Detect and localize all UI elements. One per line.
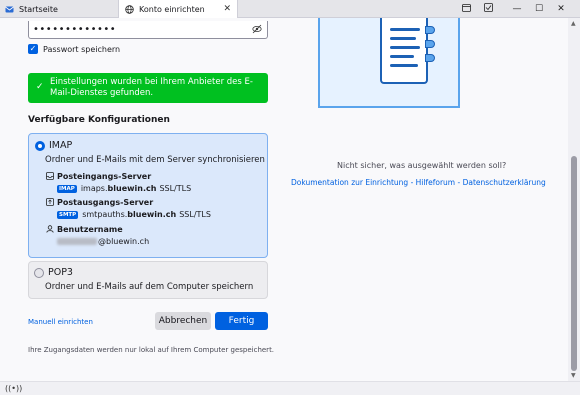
eye-off-icon[interactable]	[252, 24, 262, 34]
incoming-server-info: IMAP imaps.bluewin.ch SSL/TLS	[57, 184, 191, 193]
pop3-title: POP3	[48, 267, 73, 278]
status-bar: ((•))	[0, 381, 580, 395]
incoming-host: imaps.bluewin.ch	[80, 184, 157, 193]
outgoing-host: smtpauths.bluewin.ch	[82, 210, 177, 219]
globe-icon	[125, 4, 134, 14]
scroll-thumb[interactable]	[571, 156, 577, 371]
imap-description: Ordner und E-Mails mit dem Server synchr…	[45, 155, 265, 165]
online-status-icon[interactable]: ((•))	[5, 384, 22, 393]
configs-heading: Verfügbare Konfigurationen	[28, 115, 170, 125]
outbox-icon	[46, 198, 54, 208]
document-illustration-icon	[380, 18, 435, 84]
remember-password-label: Passwort speichern	[43, 44, 121, 54]
checkmark-icon: ✓	[36, 82, 44, 92]
illustration-panel	[318, 18, 460, 108]
imap-option[interactable]: IMAP Ordner und E-Mails mit dem Server s…	[28, 133, 268, 258]
maximize-button[interactable]: ☐	[528, 4, 550, 14]
vertical-scrollbar[interactable]: ▲ ▼	[568, 18, 580, 381]
outgoing-server-label: Postausgangs-Server	[57, 198, 154, 207]
imap-title: IMAP	[49, 140, 73, 151]
thunderbird-icon	[5, 5, 14, 14]
password-input[interactable]: •••••••••••••	[28, 21, 268, 39]
help-links: Dokumentation zur Einrichtung - Hilfefor…	[291, 178, 546, 187]
pop3-description: Ordner und E-Mails auf dem Computer spei…	[45, 282, 254, 292]
privacy-footnote: Ihre Zugangsdaten werden nur lokal auf I…	[28, 346, 275, 354]
close-icon[interactable]: ✕	[223, 4, 231, 14]
password-value: •••••••••••••	[33, 24, 117, 35]
smtp-badge: SMTP	[57, 210, 79, 219]
incoming-server-label: Posteingangs-Server	[57, 172, 152, 181]
tab-konto-einrichten[interactable]: Konto einrichten ✕	[118, 0, 238, 18]
scroll-down-arrow-icon[interactable]: ▼	[571, 372, 576, 379]
username-domain: @bluewin.ch	[98, 237, 150, 246]
imap-radio[interactable]	[35, 141, 45, 151]
scroll-up-arrow-icon[interactable]: ▲	[571, 20, 576, 27]
toolbar-icons	[455, 0, 499, 18]
tasks-icon[interactable]	[477, 3, 499, 15]
link-separator: -	[455, 178, 463, 187]
username-value: @bluewin.ch	[57, 237, 149, 246]
tab-startseite[interactable]: Startseite	[0, 0, 116, 18]
inbox-icon	[46, 172, 54, 182]
help-question: Nicht sicher, was ausgewählt werden soll…	[337, 161, 507, 170]
imap-badge: IMAP	[57, 184, 77, 193]
redacted-username	[57, 238, 97, 245]
user-icon	[46, 225, 54, 235]
username-label: Benutzername	[57, 225, 123, 234]
minimize-button[interactable]: —	[506, 4, 528, 14]
success-text: Einstellungen wurden bei Ihrem Anbieter …	[50, 77, 253, 98]
remember-password[interactable]: ✓ Passwort speichern	[28, 44, 120, 54]
tab-label: Konto einrichten	[139, 4, 205, 14]
done-button[interactable]: Fertig	[215, 312, 268, 330]
outgoing-server-info: SMTP smtpauths.bluewin.ch SSL/TLS	[57, 210, 211, 219]
remember-password-checkbox[interactable]: ✓	[28, 44, 38, 54]
window-controls: — ☐ ✕	[506, 0, 572, 18]
tab-label: Startseite	[19, 4, 58, 14]
title-bar: Startseite Konto einrichten ✕ — ☐ ✕	[0, 0, 580, 18]
privacy-policy-link[interactable]: Datenschutzerklärung	[463, 178, 546, 187]
outgoing-security: SSL/TLS	[179, 210, 211, 219]
close-window-button[interactable]: ✕	[550, 4, 572, 14]
account-setup-page: ••••••••••••• ✓ Passwort speichern ✓ Ein…	[0, 18, 568, 381]
calendar-icon[interactable]	[455, 3, 477, 15]
pop3-radio[interactable]	[34, 268, 44, 278]
support-forum-link[interactable]: Hilfeforum	[416, 178, 455, 187]
link-separator: -	[408, 178, 416, 187]
cancel-button[interactable]: Abbrechen	[155, 312, 211, 330]
success-notification: ✓ Einstellungen wurden bei Ihrem Anbiete…	[28, 73, 268, 103]
documentation-link[interactable]: Dokumentation zur Einrichtung	[291, 178, 408, 187]
pop3-option[interactable]: POP3 Ordner und E-Mails auf dem Computer…	[28, 261, 268, 299]
manual-setup-link[interactable]: Manuell einrichten	[28, 318, 93, 326]
incoming-security: SSL/TLS	[159, 184, 192, 193]
